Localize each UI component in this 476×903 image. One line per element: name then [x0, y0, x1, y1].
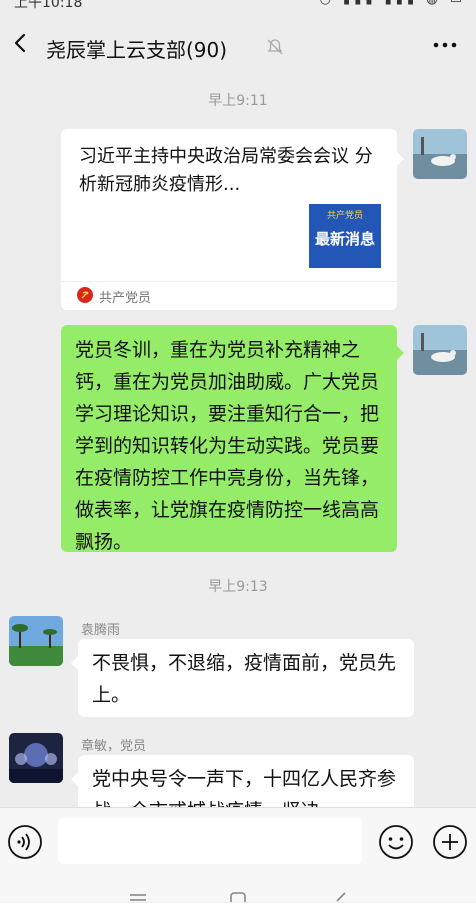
sender-avatar[interactable] [9, 616, 63, 666]
emoji-icon[interactable] [378, 824, 414, 860]
sender-name: 章敏，党员 [81, 739, 147, 754]
thumbnail-badge: 共产党员 [326, 211, 363, 221]
article-thumbnail: 共产党员 最新消息 [309, 204, 381, 268]
more-options-icon[interactable] [432, 40, 458, 50]
avatar-image [9, 733, 63, 783]
bubble-tail [397, 152, 404, 166]
party-emblem-icon [77, 287, 93, 303]
article-card[interactable]: 习近平主持中央政治局常委会会议 分析新冠肺炎疫情形... 共产党员 最新消息 共… [61, 129, 397, 310]
article-divider [61, 281, 397, 282]
received-message-text: 党中央号令一声下，十四亿人民齐参战，全市戒城战疫情，坚决 [92, 768, 397, 807]
timestamp: 早上9:11 [208, 93, 268, 109]
green-message-text: 党员冬训，重在为党员补充精神之钙，重在为党员加油助威。广大党员学习理论知识，要注… [75, 339, 380, 553]
chat-header: 尧辰掌上云支部(90) [0, 12, 476, 82]
mute-bell-icon [267, 39, 283, 55]
avatar-image [413, 325, 467, 375]
bubble-tail [71, 772, 78, 786]
article-title: 习近平主持中央政治局常委会会议 分析新冠肺炎疫情形... [79, 146, 373, 195]
thumbnail-title: 最新消息 [314, 230, 375, 248]
back-arrow-icon[interactable] [10, 32, 32, 54]
chat-title: 尧辰掌上云支部(90) [46, 38, 228, 62]
green-message-bubble[interactable]: 党员冬训，重在为党员补充精神之钙，重在为党员加油助威。广大党员学习理论知识，要注… [61, 325, 397, 553]
sender-name: 袁腾雨 [81, 623, 121, 638]
chat-area[interactable]: 早上9:11 习近平主持中央政治局常委会会议 分析新冠肺炎疫情形... 共产党员… [0, 82, 476, 807]
bubble-tail [71, 656, 78, 670]
bubble-tail [397, 346, 404, 360]
avatar-image [9, 616, 63, 666]
received-message-bubble[interactable]: 党中央号令一声下，十四亿人民齐参战，全市戒城战疫情，坚决 [78, 755, 414, 807]
status-bar: 上午10:18 ◷ ▮▮▮ ▮▮▮ ◍ ▭ [0, 0, 476, 10]
avatar-image [413, 129, 467, 179]
input-bar [0, 807, 476, 876]
received-message-text: 不畏惧，不退缩，疫情面前，党员先上。 [92, 652, 397, 706]
my-avatar[interactable] [413, 129, 467, 179]
voice-input-icon[interactable] [7, 824, 43, 860]
sender-avatar[interactable] [9, 733, 63, 783]
article-source: 共产党员 [99, 291, 152, 306]
status-time: 上午10:18 [14, 0, 83, 10]
my-avatar[interactable] [413, 325, 467, 375]
plus-icon[interactable] [432, 824, 468, 860]
timestamp: 早上9:13 [208, 579, 268, 595]
home-nav-icon[interactable] [229, 892, 247, 902]
message-input[interactable] [58, 818, 362, 864]
status-icons: ◷ ▮▮▮ ▮▮▮ ◍ ▭ [320, 0, 466, 7]
back-nav-icon[interactable] [334, 892, 348, 902]
received-message-bubble[interactable]: 不畏惧，不退缩，疫情面前，党员先上。 [78, 639, 414, 717]
system-nav-bar [0, 875, 476, 902]
